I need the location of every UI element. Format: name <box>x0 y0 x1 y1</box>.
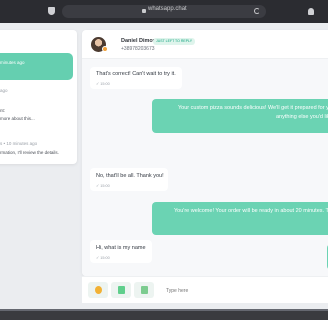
message-outgoing: You're welcome! Your order will be ready… <box>152 202 328 235</box>
lock-icon <box>142 9 146 13</box>
message-list[interactable]: That's correct! Can't wait to try it. ✓ … <box>82 59 328 276</box>
file-button[interactable] <box>134 282 154 298</box>
file-icon <box>141 286 148 294</box>
message-text: No, that'll be all. Thank you! <box>96 173 164 179</box>
image-icon <box>118 286 125 294</box>
message-meta: ✓ 15:00 <box>96 82 110 86</box>
browser-toolbar: whatsapp.chat <box>0 0 328 23</box>
message-input[interactable] <box>156 277 328 304</box>
contact-time: s • 10 minutes ago <box>0 141 38 146</box>
contact-phone: +38978203673 <box>121 46 155 52</box>
contact-snippet[interactable]: more about this... <box>0 116 35 121</box>
emoji-icon <box>95 286 102 294</box>
message-meta: ✓ 15:00 <box>96 184 110 188</box>
contact-snippet[interactable]: nt: <box>0 108 5 113</box>
message-outgoing: Your custom pizza sounds delicious! We'l… <box>152 99 328 133</box>
bell-icon[interactable] <box>308 8 314 15</box>
reload-icon[interactable] <box>254 8 260 14</box>
message-text: Hi, what is my name <box>96 245 146 251</box>
emoji-button[interactable] <box>88 282 108 298</box>
contact-item-active[interactable]: minutes ago <box>0 53 73 80</box>
message-text: Your custom pizza sounds delicious! We'l… <box>178 105 328 111</box>
avatar-badge-icon <box>102 46 108 52</box>
message-text: You're welcome! Your order will be ready… <box>174 208 328 214</box>
message-text: anything else you'd like <box>276 114 328 120</box>
url-text[interactable]: whatsapp.chat <box>148 6 187 12</box>
message-text: That's correct! Can't wait to try it. <box>96 71 176 77</box>
image-button[interactable] <box>111 282 131 298</box>
message-meta: ✓ 15:00 <box>96 256 110 260</box>
contacts-sidebar: minutes ago ago nt: more about this... s… <box>0 30 77 164</box>
os-taskbar <box>0 309 328 320</box>
message-incoming: That's correct! Can't wait to try it. ✓ … <box>90 67 182 89</box>
shield-icon[interactable] <box>48 7 55 15</box>
contact-name: Daniel Dimov <box>121 38 156 44</box>
message-incoming: Hi, what is my name ✓ 15:00 <box>90 240 152 263</box>
message-composer <box>82 276 328 304</box>
contact-time: ago <box>0 88 8 93</box>
chat-panel: Daniel Dimov JUST LEFT TO REPLY +3897820… <box>82 30 328 276</box>
chat-header: Daniel Dimov JUST LEFT TO REPLY +3897820… <box>82 30 328 59</box>
message-incoming: No, that'll be all. Thank you! ✓ 15:00 <box>90 168 168 191</box>
contact-snippet[interactable]: rmation, I'll review the details. <box>0 150 59 155</box>
status-badge: JUST LEFT TO REPLY <box>153 38 196 45</box>
contact-time: minutes ago <box>0 60 25 65</box>
